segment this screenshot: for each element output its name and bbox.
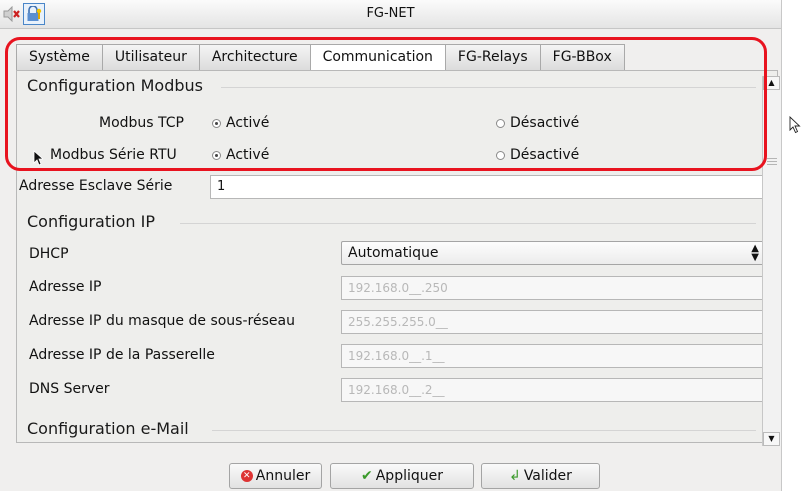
title-bar: FG-NET	[0, 0, 781, 29]
ip-address-label: Adresse IP	[29, 279, 102, 295]
dhcp-select-value: Automatique	[348, 245, 439, 261]
dns-server-input[interactable]: 192.168.0__.2__	[341, 378, 766, 402]
dhcp-label: DHCP	[29, 246, 69, 262]
updown-arrows-icon: ▲ ▼	[751, 243, 759, 263]
apply-button[interactable]: ✔ Appliquer	[330, 463, 474, 489]
enter-arrow-icon: ↲	[509, 468, 521, 484]
subnet-mask-label: Adresse IP du masque de sous-réseau	[29, 313, 295, 329]
slave-address-input[interactable]: 1	[210, 175, 775, 199]
cancel-x-icon: ✕	[240, 470, 253, 482]
scrollbar-grip[interactable]	[767, 158, 777, 167]
dns-server-label: DNS Server	[29, 381, 110, 397]
gateway-label: Adresse IP de la Passerelle	[29, 347, 215, 363]
scroll-down-arrow-icon[interactable]: ▼	[763, 432, 780, 446]
mouse-cursor-icon	[789, 116, 801, 134]
section-divider	[212, 430, 756, 431]
ip-section-title: Configuration IP	[27, 212, 155, 231]
email-section-title: Configuration e-Mail	[27, 419, 189, 438]
slave-address-label: Adresse Esclave Série	[19, 178, 173, 194]
subnet-mask-input[interactable]: 255.255.255.0__	[341, 310, 766, 334]
cancel-button[interactable]: ✕ Annuler	[229, 463, 322, 489]
annotation-highlight-box	[5, 37, 767, 171]
cancel-button-label: Annuler	[255, 468, 311, 484]
window-title: FG-NET	[366, 6, 415, 21]
section-divider	[180, 223, 756, 224]
checkmark-icon: ✔	[361, 468, 373, 484]
apply-button-label: Appliquer	[375, 468, 443, 484]
ip-address-input[interactable]: 192.168.0__.250	[341, 276, 766, 300]
mouse-cursor-icon	[33, 150, 43, 166]
validate-button-label: Valider	[523, 468, 572, 484]
gateway-input[interactable]: 192.168.0__.1__	[341, 344, 766, 368]
validate-button[interactable]: ↲ Valider	[481, 463, 600, 489]
dhcp-select[interactable]: Automatique ▲ ▼	[341, 241, 766, 265]
